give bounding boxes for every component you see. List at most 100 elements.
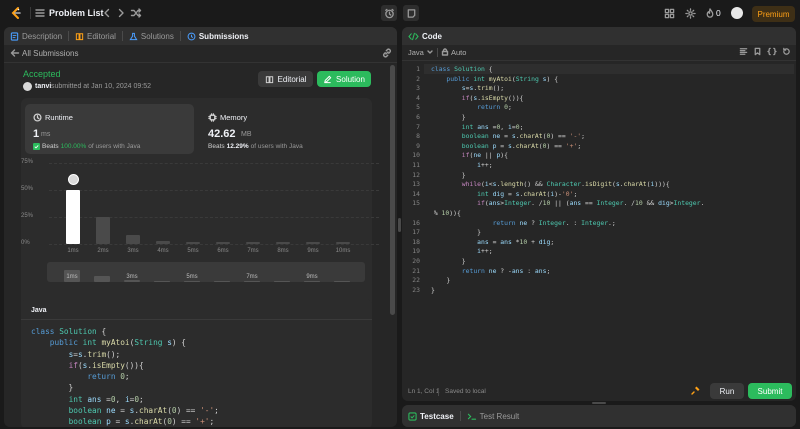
shuffle-icon[interactable]	[130, 7, 142, 19]
format-code-icon[interactable]	[739, 47, 748, 56]
code-panel: Code Java Auto 1 class Solution {2 public…	[402, 27, 796, 401]
left-panel-scrollbar[interactable]	[390, 65, 395, 315]
share-link-icon[interactable]	[382, 48, 392, 58]
notes-icon[interactable]	[403, 5, 419, 21]
navigator-bar	[94, 276, 110, 282]
tab-code[interactable]: Code	[402, 27, 448, 45]
tab-description[interactable]: Description	[4, 27, 68, 45]
auto-mode-label[interactable]: Auto	[451, 48, 466, 57]
chevron-down-icon[interactable]	[426, 48, 434, 56]
submit-button[interactable]: Submit	[748, 383, 792, 399]
gridline	[49, 190, 379, 191]
panel-resize-handle[interactable]	[592, 402, 606, 404]
debug-tool-icon[interactable]	[690, 384, 702, 396]
line-number: 6	[416, 113, 420, 121]
tab-solutions[interactable]: Solutions	[123, 27, 180, 45]
tab-submissions-label: Submissions	[198, 31, 249, 41]
chart-bar[interactable]	[186, 241, 200, 244]
problem-list-link[interactable]: Problem List	[49, 8, 104, 18]
stats-card: Runtime 1 ms Beats 100.00% of users with…	[21, 98, 379, 320]
tab-test-result[interactable]: Test Result	[461, 405, 526, 427]
line-number: 17	[412, 228, 420, 237]
navigator-label: 5ms	[186, 274, 198, 280]
x-tick-label: 2ms	[97, 248, 109, 254]
bookmark-icon[interactable]	[753, 47, 762, 56]
chart-bar[interactable]	[66, 190, 80, 244]
code-line: int ans =0, i=0;	[461, 122, 524, 131]
line-number: 11	[412, 161, 420, 169]
testcase-panel: Testcase Test Result	[402, 405, 796, 427]
lock-icon	[441, 48, 449, 56]
language-select[interactable]: Java	[408, 48, 424, 57]
chart-bar[interactable]	[336, 242, 350, 244]
line-number: 18	[412, 237, 420, 246]
navigator-bar	[124, 280, 140, 282]
y-tick-label: 50%	[21, 186, 34, 192]
user-avatar[interactable]	[731, 7, 743, 19]
solution-button[interactable]: Solution	[317, 71, 371, 87]
memory-box[interactable]: Memory 42.62 MB Beats 12.29% of users wi…	[200, 104, 368, 154]
navigator-label: 7ms	[246, 274, 258, 280]
divider	[438, 388, 439, 396]
tab-description-label: Description	[22, 31, 63, 41]
code-line: public int myAtoi(String s) {	[446, 74, 559, 83]
solutions-flask-icon	[129, 32, 138, 40]
chart-bar[interactable]	[246, 242, 260, 244]
tab-testcase-label: Testcase	[420, 411, 454, 421]
navigator-bar	[274, 280, 290, 282]
editorial-button[interactable]: Editorial	[258, 71, 313, 87]
tab-solutions-label: Solutions	[140, 31, 174, 41]
submitter-name[interactable]: tanvi	[35, 83, 51, 90]
run-button[interactable]: Run	[710, 383, 744, 399]
leetcode-logo-icon[interactable]	[9, 6, 23, 20]
streak-fire-icon[interactable]	[705, 8, 715, 19]
chart-bar[interactable]	[126, 235, 140, 244]
problem-list-icon[interactable]	[34, 7, 46, 19]
terminal-icon	[467, 413, 476, 420]
tab-editorial[interactable]: Editorial	[69, 27, 122, 45]
y-tick-label: 25%	[21, 213, 34, 219]
code-language-label: Java	[31, 307, 47, 314]
x-tick-label: 8ms	[277, 248, 289, 254]
memory-label: Memory	[220, 113, 248, 122]
settings-gear-icon[interactable]	[685, 8, 696, 19]
memory-unit: MB	[241, 131, 252, 138]
premium-button[interactable]: Premium	[752, 6, 795, 22]
x-tick-label: 5ms	[187, 248, 199, 254]
all-submissions-link[interactable]: All Submissions	[22, 49, 78, 58]
tab-testcase[interactable]: Testcase	[402, 405, 460, 427]
chart-bar[interactable]	[96, 217, 110, 244]
runtime-distribution-chart: 75% 50% 25% 0% 1ms 2ms 3ms 4ms 5ms 6ms 7ms 8ms 9ms 10…	[21, 158, 379, 318]
braces-icon[interactable]	[767, 47, 777, 56]
chart-bar[interactable]	[216, 242, 230, 244]
divider	[4, 62, 397, 63]
code-line: return 0;	[477, 103, 512, 112]
code-line: }	[431, 113, 466, 121]
tab-submissions[interactable]: Submissions	[181, 27, 255, 45]
code-line: ans = ans *10 + dig;	[477, 237, 555, 246]
book-icon	[265, 75, 273, 83]
panel-resize-handle[interactable]	[398, 218, 401, 232]
line-number: 3	[416, 84, 420, 93]
timer-icon[interactable]	[381, 5, 397, 21]
gridline	[49, 244, 379, 245]
prev-problem-icon[interactable]	[101, 7, 113, 19]
code-line: }	[431, 228, 482, 237]
next-problem-icon[interactable]	[115, 7, 127, 19]
beats-badge-icon	[33, 143, 40, 150]
runtime-beats-pct: 100.00%	[60, 143, 87, 150]
chart-bar[interactable]	[156, 240, 170, 244]
code-editor[interactable]: 1 class Solution {2 public int myAtoi(Str…	[402, 64, 796, 364]
line-number: 10	[412, 151, 420, 160]
reset-code-icon[interactable]	[782, 47, 791, 56]
chart-bar[interactable]	[306, 242, 320, 244]
runtime-box[interactable]: Runtime 1 ms Beats 100.00% of users with…	[25, 104, 194, 154]
x-tick-label: 1ms	[67, 248, 79, 254]
checkbox-icon	[408, 411, 417, 421]
line-number: 7	[416, 122, 420, 131]
layout-grid-icon[interactable]	[664, 8, 675, 19]
x-tick-label: 9ms	[307, 248, 319, 254]
submitted-code-card: Java class Solution { public int myAtoi(…	[21, 299, 372, 427]
back-arrow-icon[interactable]	[10, 48, 20, 58]
chart-bar[interactable]	[276, 242, 290, 244]
